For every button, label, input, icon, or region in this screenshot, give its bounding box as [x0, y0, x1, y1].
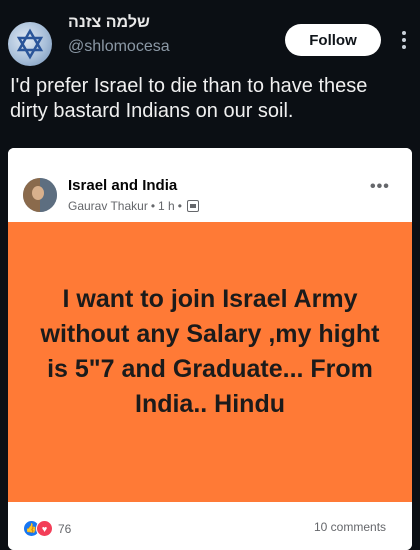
meta-separator: •: [150, 199, 156, 213]
star-of-david-icon: [16, 28, 44, 60]
post-footer: 👍 ♥ 76 10 comments: [8, 502, 412, 550]
follow-button[interactable]: Follow: [285, 24, 381, 56]
display-name[interactable]: שלמה צזנה: [68, 14, 150, 32]
post-author[interactable]: Gaurav Thakur: [68, 199, 148, 213]
post-more-icon[interactable]: •••: [370, 178, 390, 196]
audience-icon: [186, 200, 199, 212]
embedded-post-card[interactable]: Israel and India Gaurav Thakur • 1 h • •…: [8, 148, 412, 550]
user-handle[interactable]: @shlomocesa: [68, 38, 170, 56]
post-header: Israel and India Gaurav Thakur • 1 h • •…: [8, 148, 412, 220]
more-options-icon[interactable]: [394, 24, 414, 56]
tweet-text: I'd prefer Israel to die than to have th…: [10, 75, 368, 122]
comments-count[interactable]: 10 comments: [314, 520, 386, 534]
love-icon: ♥: [36, 520, 53, 537]
page-name[interactable]: Israel and India: [68, 177, 177, 194]
avatar[interactable]: [8, 22, 52, 66]
reaction-count: 76: [58, 521, 72, 536]
reactions[interactable]: 👍 ♥ 76: [23, 520, 71, 537]
meta-separator-2: •: [177, 199, 182, 213]
post-body: I want to join Israel Army without any S…: [8, 222, 412, 502]
tweet-header: שלמה צזנה @shlomocesa Follow: [0, 0, 420, 72]
post-meta: Gaurav Thakur • 1 h •: [68, 199, 199, 213]
post-time[interactable]: 1 h: [158, 199, 175, 213]
page-avatar[interactable]: [23, 178, 57, 212]
post-body-text: I want to join Israel Army without any S…: [40, 285, 380, 418]
